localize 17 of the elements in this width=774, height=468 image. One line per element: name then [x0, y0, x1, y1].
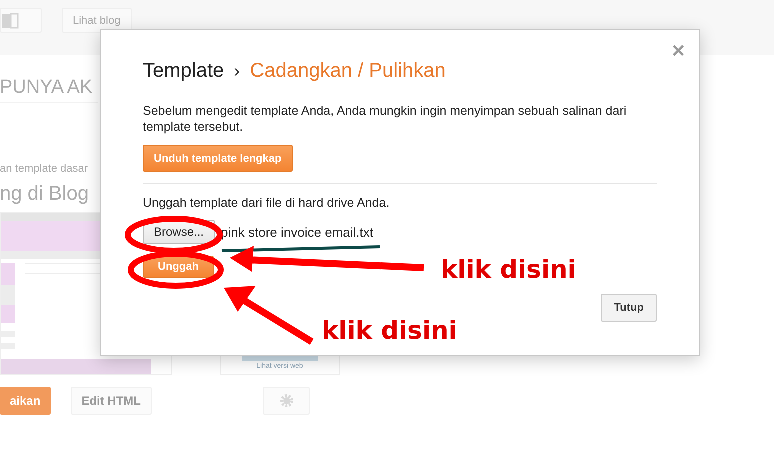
intro-text: Sebelum mengedit template Anda, Anda mungkin ingin menyimpan sebuah salinan dari template tersebut. [143, 103, 628, 135]
annotation-text: klik disini [322, 316, 458, 345]
file-name: pink store invoice email.txt [221, 224, 374, 240]
hint-text: an template dasar [0, 163, 88, 175]
breadcrumb-separator: › [234, 61, 240, 82]
close-dialog-button[interactable]: Tutup [601, 294, 657, 322]
breadcrumb: Template [143, 60, 224, 83]
customize-button[interactable]: aikan [0, 387, 51, 415]
section-title: ng di Blog [0, 183, 89, 206]
download-button[interactable]: Unduh template lengkap [143, 145, 293, 172]
blog-title: PUNYA AK [0, 55, 98, 103]
view-blog-button[interactable]: Lihat blog [62, 8, 132, 33]
edit-html-button[interactable]: Edit HTML [70, 387, 152, 415]
dialog-title: Cadangkan / Pulihkan [250, 60, 446, 83]
upload-label: Unggah template dari file di hard drive Anda. [143, 196, 391, 210]
close-button[interactable]: × [672, 38, 685, 64]
annotation-text: klik disini [441, 255, 576, 284]
